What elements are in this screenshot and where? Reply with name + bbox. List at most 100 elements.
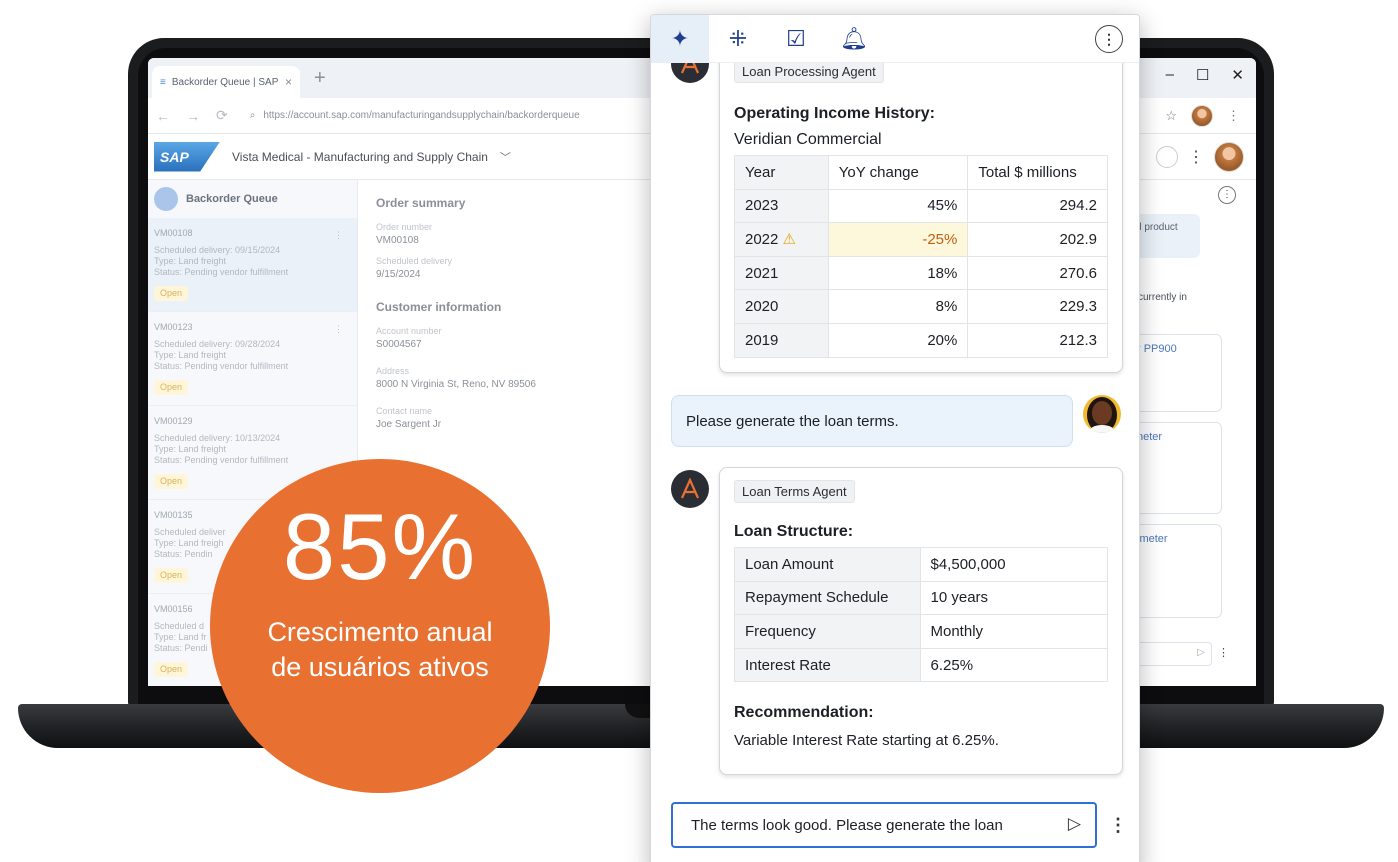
table-row: Frequency Monthly [734, 614, 1108, 649]
hub-icon[interactable]: ⁜ [709, 15, 767, 63]
app-title[interactable]: Vista Medical - Manufacturing and Supply… [232, 150, 488, 164]
chat-toolbar: ✦ ⁜ ☑ 🔔︎ ⋮ [651, 15, 1139, 63]
user-avatar-header[interactable] [1214, 142, 1244, 172]
tasks-checkbox-icon[interactable]: ☑ [767, 15, 825, 63]
loan-value-cell: Monthly [919, 614, 1108, 649]
order-delivery: Scheduled delivery: 10/13/2024 [154, 433, 281, 443]
agent-tag: Loan Processing Agent [734, 60, 884, 83]
back-icon[interactable]: ← [156, 108, 170, 124]
recommendation-text: Variable Interest Rate starting at 6.25%… [734, 732, 999, 750]
right-pane-menu-icon[interactable]: ⋮ [1218, 646, 1229, 659]
reload-icon[interactable]: ⟳ [216, 107, 228, 124]
profile-avatar[interactable] [1191, 105, 1213, 127]
header-total: Total $ millions [967, 155, 1108, 190]
marketing-stage: ≡ Backorder Queue | SAP × + – ☐ ✕ ← → ⟳ … [0, 0, 1398, 862]
header-yoy: YoY change [827, 155, 969, 190]
yoy-cell: 18% [827, 255, 969, 291]
order-list-item[interactable]: VM00108 Scheduled delivery: 09/15/2024 T… [148, 218, 357, 312]
right-pane-card[interactable]: neter [1128, 422, 1222, 514]
header-year: Year [734, 155, 829, 190]
card-title: Loan Structure: [734, 523, 854, 540]
order-id: VM00123 [154, 322, 193, 332]
loan-structure-table: Loan Amount $4,500,000 Repayment Schedul… [734, 547, 1108, 683]
year-text: 2022 [745, 231, 779, 249]
bell-icon[interactable]: 🔔︎ [825, 15, 883, 63]
account-number-label: Account number [376, 326, 442, 336]
status-badge: Open [154, 568, 189, 583]
loan-value-cell: 10 years [919, 580, 1108, 616]
account-number-value: S0004567 [376, 339, 422, 350]
order-status: Status: Pending vendor fulfillment [154, 455, 289, 465]
warning-icon: ⚠ [782, 231, 796, 249]
status-badge: Open [154, 380, 189, 395]
loan-value-cell: $4,500,000 [919, 547, 1108, 582]
table-row: 2020 8% 229.3 [734, 289, 1108, 324]
composer-more-icon[interactable]: ⋮ [1109, 815, 1127, 836]
loan-value-cell: 6.25% [919, 647, 1108, 683]
contact-label: Contact name [376, 406, 433, 416]
browser-menu-icon[interactable]: ⋮ [1227, 108, 1240, 124]
order-status: Status: Pending vendor fulfillment [154, 361, 289, 371]
send-icon[interactable]: ▷ [1068, 814, 1081, 834]
loan-key-cell: Frequency [734, 614, 921, 649]
browser-tab[interactable]: ≡ Backorder Queue | SAP × [152, 66, 300, 98]
right-pane-card[interactable]: imeter [1128, 524, 1222, 618]
year-cell-warning: 2022 ⚠ [734, 222, 829, 257]
forward-icon[interactable]: → [186, 108, 200, 124]
ai-sparkle-icon[interactable]: ✦ [651, 15, 709, 63]
table-row: Interest Rate 6.25% [734, 647, 1108, 683]
card-label: r PP900 [1137, 343, 1177, 355]
stat-badge: 85% Crescimento anual de usuários ativos [210, 459, 550, 793]
card-subtitle: Veridian Commercial [734, 131, 882, 148]
pane-more-icon[interactable]: ⋮ [1218, 186, 1236, 204]
order-id: VM00108 [154, 228, 193, 238]
maximize-icon[interactable]: ☐ [1196, 66, 1209, 84]
minimize-icon[interactable]: – [1166, 66, 1174, 84]
close-window-icon[interactable]: ✕ [1231, 66, 1244, 84]
loan-key-cell: Loan Amount [734, 547, 921, 582]
contact-value: Joe Sargent Jr [376, 419, 442, 430]
item-more-icon[interactable]: ⋮ [334, 324, 343, 335]
card-title: Operating Income History: [734, 105, 935, 122]
chevron-down-icon[interactable]: ﹀ [500, 149, 511, 165]
address-value: 8000 N Virginia St, Reno, NV 89506 [376, 379, 536, 390]
yoy-cell: -25% [827, 222, 969, 257]
loan-key-cell: Repayment Schedule [734, 580, 921, 616]
table-row: 2023 45% 294.2 [734, 188, 1108, 224]
header-round-button[interactable] [1156, 146, 1178, 168]
tab-title: Backorder Queue | SAP [171, 76, 279, 88]
tab-favicon-icon: ≡ [160, 76, 166, 88]
agent-message-card: Loan Terms Agent Loan Structure: Loan Am… [719, 467, 1123, 775]
more-options-icon[interactable]: ⋮ [1095, 25, 1123, 53]
order-summary-heading: Order summary [376, 196, 466, 210]
right-pane-input[interactable]: ▷ [1128, 642, 1212, 666]
stat-number: 85% [282, 494, 478, 599]
year-cell: 2023 [734, 188, 829, 224]
right-pane-card[interactable]: r PP900 [1128, 334, 1222, 412]
order-list-item[interactable]: VM00123 Scheduled delivery: 09/28/2024 T… [148, 312, 357, 406]
tab-close-icon[interactable]: × [285, 75, 292, 89]
stat-label: Crescimento anual de usuários ativos [267, 617, 493, 682]
bookmark-star-icon[interactable]: ☆ [1165, 108, 1177, 124]
scheduled-delivery-label: Scheduled delivery [376, 256, 453, 266]
truck-icon [154, 187, 178, 211]
user-avatar [1083, 395, 1121, 433]
message-input[interactable]: The terms look good. Please generate the… [671, 802, 1097, 848]
sidebar-title: Backorder Queue [186, 193, 278, 205]
total-cell: 294.2 [967, 188, 1108, 224]
status-badge: Open [154, 474, 189, 489]
more-icon[interactable]: ⋮ [1188, 147, 1204, 167]
user-message-bubble: Please generate the loan terms. [671, 395, 1073, 447]
scheduled-delivery-value: 9/15/2024 [376, 269, 421, 280]
new-tab-icon[interactable]: + [314, 67, 326, 90]
order-delivery: Scheduled delivery: 09/15/2024 [154, 245, 281, 255]
search-icon: ⌕ [249, 110, 256, 121]
order-type: Type: Land freight [154, 350, 227, 360]
item-more-icon[interactable]: ⋮ [334, 230, 343, 241]
income-history-table: Year YoY change Total $ millions 2023 45… [734, 155, 1108, 358]
table-row: 2021 18% 270.6 [734, 255, 1108, 291]
sidebar-header: Backorder Queue [148, 180, 357, 218]
message-input-text: The terms look good. Please generate the… [691, 816, 1003, 834]
url-text: https://account.sap.com/manufacturingand… [263, 110, 580, 121]
year-cell: 2021 [734, 255, 829, 291]
